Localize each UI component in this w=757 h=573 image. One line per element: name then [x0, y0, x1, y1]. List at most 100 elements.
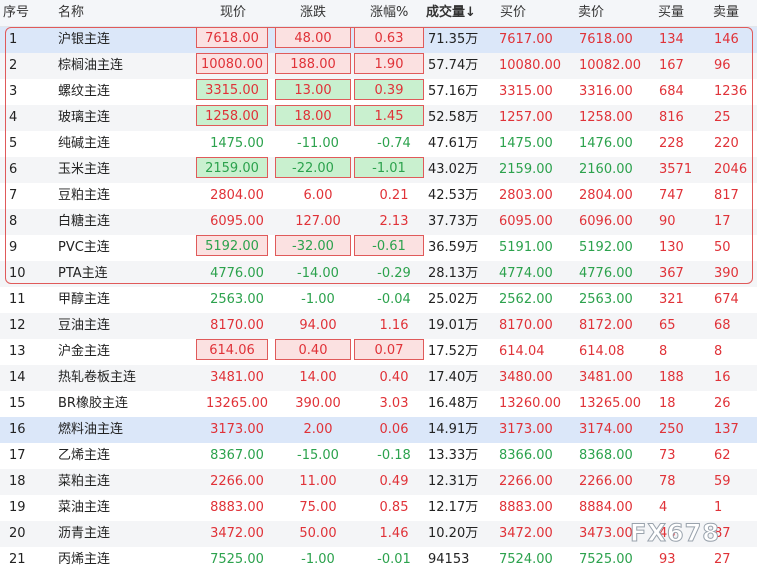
table-row[interactable]: 17 乙烯主连 8367.00 -15.00 -0.18 13.33万 8366.00 836…	[0, 443, 757, 469]
row-change: 2.00	[303, 422, 333, 437]
row-name: PTA主连	[58, 266, 108, 281]
row-change: -22.00	[275, 157, 351, 178]
row-pct: 3.03	[379, 396, 409, 411]
header-ask[interactable]: 卖价	[578, 0, 604, 26]
table-row[interactable]: 6 玉米主连 2159.00 -22.00 -1.01 43.02万 2159.00 2160…	[0, 157, 757, 183]
row-name: 热轧卷板主连	[58, 370, 137, 385]
row-seq: 18	[9, 474, 26, 489]
header-bid[interactable]: 买价	[500, 0, 526, 26]
row-seq: 8	[9, 214, 18, 229]
table-row[interactable]: 11 甲醇主连 2563.00 -1.00 -0.04 25.02万 2562.00 2563…	[0, 287, 757, 313]
table-row[interactable]: 16 燃料油主连 3173.00 2.00 0.06 14.91万 3173.00 3174.…	[0, 417, 757, 443]
row-bidvol: 93	[659, 552, 676, 567]
row-pct: -0.18	[377, 448, 411, 463]
row-price: 3472.00	[210, 526, 264, 541]
row-volume: 47.61万	[428, 136, 479, 151]
row-askvol: 25	[714, 110, 731, 125]
row-name: 豆粕主连	[58, 188, 111, 203]
row-price: 2804.00	[210, 188, 264, 203]
table-row[interactable]: 2 棕榈油主连 10080.00 188.00 1.90 57.74万 10080.00 10…	[0, 53, 757, 79]
table-row[interactable]: 19 菜油主连 8883.00 75.00 0.85 12.17万 8883.00 8884.…	[0, 495, 757, 521]
row-askvol: 68	[714, 318, 731, 333]
row-volume: 28.13万	[428, 266, 479, 281]
row-price: 3481.00	[210, 370, 264, 385]
row-name: 玉米主连	[58, 162, 111, 177]
row-seq: 15	[9, 396, 26, 411]
header-volume[interactable]: 成交量↓	[426, 0, 476, 26]
row-bidvol: 747	[659, 188, 684, 203]
row-ask: 1476.00	[579, 136, 633, 151]
row-askvol: 1	[714, 500, 723, 515]
row-ask: 6096.00	[579, 214, 633, 229]
row-bidvol: 3571	[659, 162, 693, 177]
row-price: 1258.00	[196, 105, 268, 126]
row-change: 11.00	[299, 474, 337, 489]
row-ask: 3481.00	[579, 370, 633, 385]
row-ask: 13265.00	[579, 396, 642, 411]
row-name: 豆油主连	[58, 318, 111, 333]
row-bid: 3480.00	[499, 370, 553, 385]
table-row[interactable]: 4 玻璃主连 1258.00 18.00 1.45 52.58万 1257.00 1258.0…	[0, 105, 757, 131]
row-name: 棕榈油主连	[58, 58, 124, 73]
header-price[interactable]: 现价	[220, 0, 246, 26]
row-price: 4776.00	[210, 266, 264, 281]
row-change: 390.00	[295, 396, 341, 411]
table-row[interactable]: 14 热轧卷板主连 3481.00 14.00 0.40 17.40万 3480.00 348…	[0, 365, 757, 391]
table-row[interactable]: 9 PVC主连 5192.00 -32.00 -0.61 36.59万 5191.00 519…	[0, 235, 757, 261]
table-row[interactable]: 1 沪银主连 7618.00 48.00 0.63 71.35万 7617.00 7618.0…	[0, 27, 757, 53]
row-seq: 11	[9, 292, 26, 307]
row-bid: 8170.00	[499, 318, 553, 333]
row-price: 7618.00	[196, 27, 268, 48]
row-askvol: 2046	[714, 162, 748, 177]
row-volume: 10.20万	[428, 526, 479, 541]
row-pct: 0.85	[379, 500, 409, 515]
table-row[interactable]: 15 BR橡胶主连 13265.00 390.00 3.03 16.48万 13260.00…	[0, 391, 757, 417]
row-volume: 12.17万	[428, 500, 479, 515]
row-change: 13.00	[275, 79, 351, 100]
table-row[interactable]: 21 丙烯主连 7525.00 -1.00 -0.01 94153 7524.00 7525.…	[0, 547, 757, 573]
header-askvol[interactable]: 卖量	[713, 0, 739, 26]
header-name[interactable]: 名称	[58, 0, 84, 26]
row-name: 沪金主连	[58, 344, 111, 359]
table-row[interactable]: 8 白糖主连 6095.00 127.00 2.13 37.73万 6095.00 6096.…	[0, 209, 757, 235]
row-ask: 614.08	[579, 344, 625, 359]
row-volume: 13.33万	[428, 448, 479, 463]
row-price: 1475.00	[210, 136, 264, 151]
row-volume: 94153	[428, 552, 470, 567]
row-name: 沪银主连	[58, 32, 111, 47]
row-bid: 3315.00	[499, 84, 553, 99]
table-row[interactable]: 7 豆粕主连 2804.00 6.00 0.21 42.53万 2803.00 2804.00…	[0, 183, 757, 209]
table-row[interactable]: 5 纯碱主连 1475.00 -11.00 -0.74 47.61万 1475.00 1476…	[0, 131, 757, 157]
table-row[interactable]: 18 菜粕主连 2266.00 11.00 0.49 12.31万 2266.00 2266.…	[0, 469, 757, 495]
row-change: 127.00	[295, 214, 341, 229]
header-bidvol[interactable]: 买量	[658, 0, 684, 26]
row-price: 3315.00	[196, 79, 268, 100]
row-bid: 7524.00	[499, 552, 553, 567]
row-volume: 43.02万	[428, 162, 479, 177]
row-ask: 7525.00	[579, 552, 633, 567]
row-bidvol: 90	[659, 214, 676, 229]
row-askvol: 220	[714, 136, 739, 151]
row-bid: 6095.00	[499, 214, 553, 229]
row-volume: 16.48万	[428, 396, 479, 411]
table-row[interactable]: 10 PTA主连 4776.00 -14.00 -0.29 28.13万 4774.00 47…	[0, 261, 757, 287]
table-row[interactable]: 3 螺纹主连 3315.00 13.00 0.39 57.16万 3315.00 3316.0…	[0, 79, 757, 105]
table-row[interactable]: 12 豆油主连 8170.00 94.00 1.16 19.01万 8170.00 8172.…	[0, 313, 757, 339]
row-seq: 4	[9, 110, 18, 125]
header-change[interactable]: 涨跌	[300, 0, 326, 26]
row-volume: 25.02万	[428, 292, 479, 307]
row-seq: 16	[9, 422, 26, 437]
table-row[interactable]: 13 沪金主连 614.06 0.40 0.07 17.52万 614.04 614.08 8 8	[0, 339, 757, 365]
row-change: 48.00	[275, 27, 351, 48]
row-seq: 13	[9, 344, 26, 359]
row-seq: 9	[9, 240, 18, 255]
row-bid: 1257.00	[499, 110, 553, 125]
row-seq: 20	[9, 526, 26, 541]
header-pct[interactable]: 涨幅%	[370, 0, 408, 26]
table-body: 1 沪银主连 7618.00 48.00 0.63 71.35万 7617.00 7618.0…	[0, 27, 757, 573]
row-pct: 1.45	[354, 105, 424, 126]
row-price: 614.06	[196, 339, 268, 360]
row-ask: 2563.00	[579, 292, 633, 307]
header-seq[interactable]: 序号	[3, 0, 29, 26]
row-price: 7525.00	[210, 552, 264, 567]
